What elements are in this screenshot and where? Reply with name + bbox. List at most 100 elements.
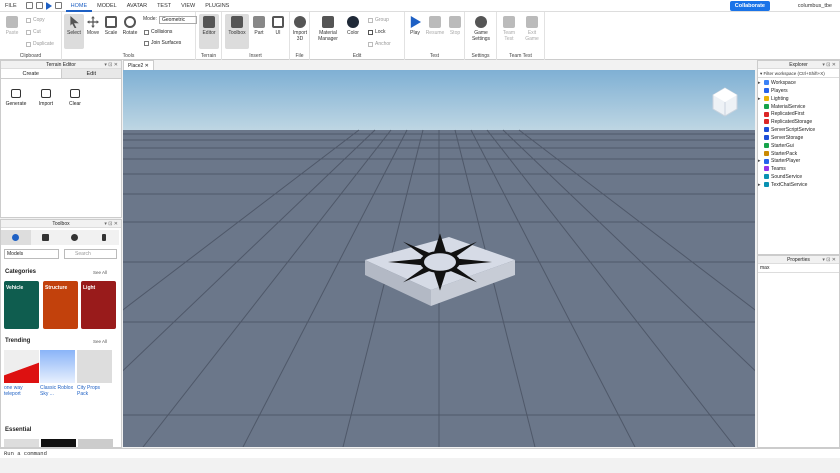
panel-title: Properties ▾ ⊡ ✕ [758,256,839,264]
undo-icon[interactable] [54,1,62,9]
tab-test[interactable]: TEST [152,0,176,12]
tab-model[interactable]: MODEL [92,0,122,12]
tab-marketplace[interactable] [1,230,31,245]
explorer-item-starterplayer[interactable]: ▸ StarterPlayer [758,158,839,166]
explorer-item-materialservice[interactable]: MaterialService [758,104,839,112]
lock-button[interactable]: Lock [368,29,386,35]
explorer-item-label: ReplicatedFirst [771,111,805,118]
play-icon[interactable] [45,1,52,10]
explorer-item-serverstorage[interactable]: ServerStorage [758,135,839,143]
group-icon [368,17,373,23]
mode-select[interactable]: Geometric [159,16,197,24]
explorer-item-serverscriptservice[interactable]: ServerScriptService [758,127,839,135]
part-button[interactable]: Part [249,14,269,36]
tab-view[interactable]: VIEW [176,0,200,12]
paste-button[interactable]: Paste [2,14,22,36]
quick-access [25,1,62,10]
user-name[interactable]: columbus_tbe [798,0,832,12]
rotate-button[interactable]: Rotate [120,14,140,36]
group-button[interactable]: Group [368,17,389,23]
anchor-button[interactable]: Anchor [368,41,391,47]
item-thumbnail [77,350,112,383]
copy-button[interactable]: Copy [26,17,45,23]
sky [123,70,755,130]
properties-panel: Properties ▾ ⊡ ✕ max [757,255,840,448]
tab-recent[interactable] [60,230,90,245]
place-tab[interactable]: Place2 ✕ [123,60,154,70]
explorer-item-players[interactable]: Players [758,88,839,96]
resume-icon [429,16,441,28]
properties-filter-input[interactable]: max [758,264,839,273]
collaborate-button[interactable]: Collaborate [729,1,770,11]
category-select[interactable]: Models [4,249,59,259]
tab-avatar[interactable]: AVATAR [122,0,152,12]
category-card-structure[interactable]: Structure [43,281,78,329]
tab-home[interactable]: HOME [65,0,93,12]
game-settings-button[interactable]: Game Settings [467,14,495,42]
panel-controls[interactable]: ▾ ⊡ ✕ [822,61,836,69]
panel-controls[interactable]: ▾ ⊡ ✕ [822,256,836,264]
material-manager-button[interactable]: Material Manager [313,14,343,42]
essential-item[interactable] [4,439,39,447]
essential-item[interactable] [78,439,113,447]
see-all-categories-link[interactable]: See All [93,270,107,275]
command-bar[interactable]: Run a command [0,448,840,458]
cut-button[interactable]: Cut [26,29,41,35]
stop-button[interactable]: Stop [445,14,465,36]
clear-button[interactable]: Clear [63,89,87,107]
explorer-item-starterpack[interactable]: StarterPack [758,151,839,159]
color-button[interactable]: Color [343,14,363,36]
explorer-item-label: StarterPack [771,150,798,157]
join-surfaces-checkbox[interactable]: Join Surfaces [144,40,181,46]
toolbox-button[interactable]: Toolbox [225,14,249,49]
import-3d-button[interactable]: Import 3D [290,14,310,42]
explorer-item-replicatedstorage[interactable]: ReplicatedStorage [758,119,839,127]
tab-creations[interactable] [90,230,120,245]
explorer-item-replicatedfirst[interactable]: ReplicatedFirst [758,111,839,119]
save-icon[interactable] [25,1,33,9]
ribbon: Paste Copy Cut Duplicate Clipboard Selec… [0,12,840,60]
panel-controls[interactable]: ▾ ⊡ ✕ [104,61,118,69]
explorer-filter-input[interactable]: ▾ Filter workspace (Ctrl+Shift+X) [758,69,839,78]
duplicate-button[interactable]: Duplicate [26,41,54,47]
panel-controls[interactable]: ▾ ⊡ ✕ [104,220,118,228]
explorer-item-workspace[interactable]: ▸ Workspace [758,80,839,88]
item-thumbnail [40,350,75,383]
tab-plugins[interactable]: PLUGINS [200,0,234,12]
team-test-button[interactable]: Team Test [499,14,519,42]
explorer-item-teams[interactable]: Teams [758,166,839,174]
trending-heading: Trending [5,338,31,344]
terrain-editor-button[interactable]: Editor [199,14,219,49]
search-input[interactable]: Search [64,249,117,259]
select-button[interactable]: Select [64,14,84,49]
collisions-checkbox[interactable]: Collisions [144,29,172,35]
explorer-item-startergui[interactable]: StarterGui [758,143,839,151]
play-button[interactable]: Play [405,14,425,36]
menu-file[interactable]: FILE [0,0,22,12]
essential-item[interactable] [41,439,76,447]
3d-viewport[interactable] [123,70,755,447]
tab-inventory[interactable] [31,230,61,245]
generate-button[interactable]: Generate [4,89,28,107]
explorer-item-label: Teams [771,166,786,173]
ui-button[interactable]: UI [268,14,288,36]
trending-item[interactable]: one way teleport [4,350,39,397]
category-card-light[interactable]: Light [81,281,116,329]
explorer-item-lighting[interactable]: ▸ Lighting [758,96,839,104]
see-all-trending-link[interactable]: See All [93,339,107,344]
category-card-vehicle[interactable]: Vehicle [4,281,39,329]
move-button[interactable]: Move [83,14,103,36]
publish-icon[interactable] [35,1,43,9]
trending-item[interactable]: Classic Roblox Sky ... [40,350,75,397]
terrain-tabs: Create Edit [1,69,121,79]
trending-item[interactable]: City Props Pack [77,350,112,397]
tab-edit[interactable]: Edit [61,69,121,78]
resume-button[interactable]: Resume [425,14,445,36]
exit-game-button[interactable]: Exit Game [522,14,542,42]
tab-create[interactable]: Create [1,69,62,78]
explorer-item-textchatservice[interactable]: ▸ TextChatService [758,182,839,190]
service-icon [764,174,769,180]
import-button[interactable]: Import [34,89,58,107]
explorer-item-soundservice[interactable]: SoundService [758,174,839,182]
scale-button[interactable]: Scale [101,14,121,36]
